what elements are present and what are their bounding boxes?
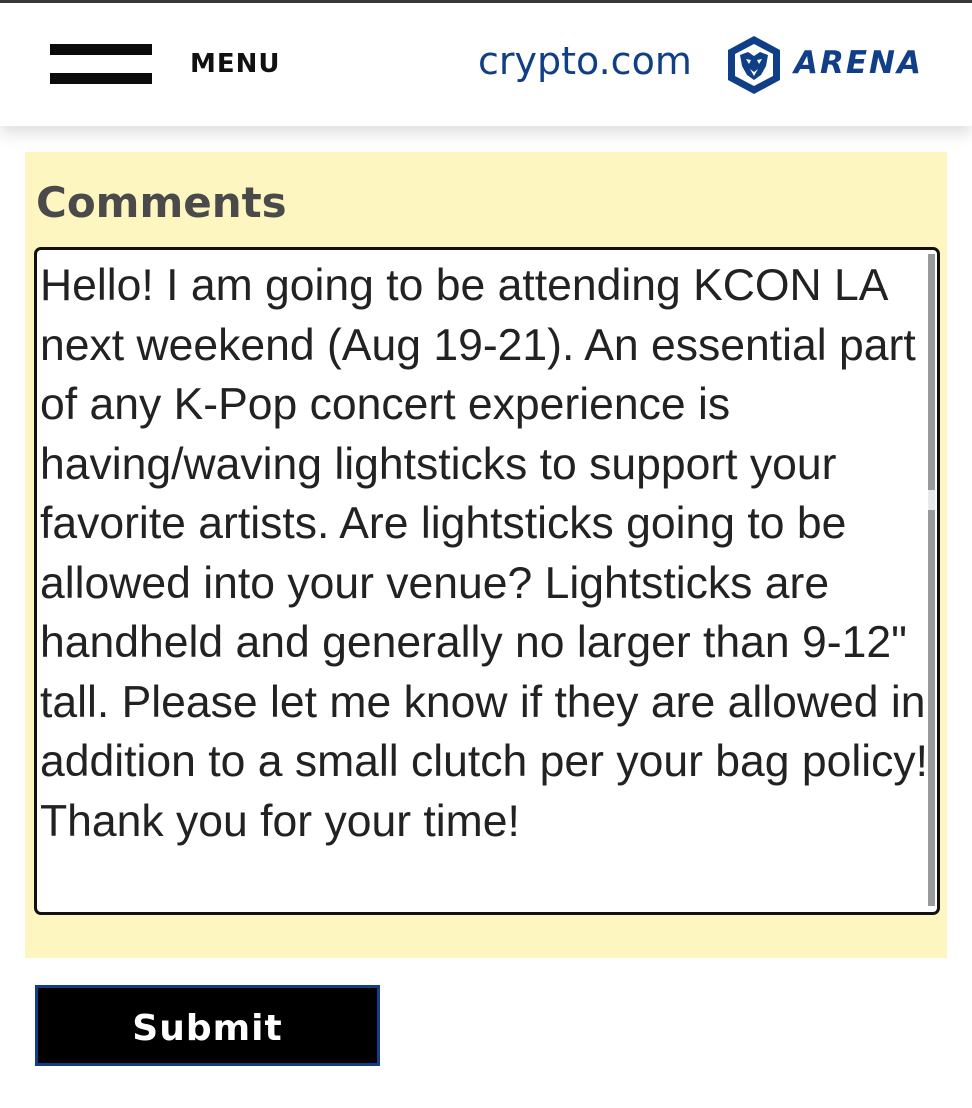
submit-button[interactable]: Submit — [35, 985, 380, 1066]
brand-logo-link[interactable]: crypto.com ARENA — [476, 33, 936, 97]
comments-textarea[interactable]: Hello! I am going to be attending KCON L… — [34, 247, 940, 915]
scrollbar-thumb-lower[interactable] — [928, 510, 935, 906]
site-header: MENU crypto.com ARENA — [0, 3, 972, 126]
comments-label: Comments — [36, 178, 287, 227]
textarea-scrollbar[interactable] — [928, 254, 935, 906]
menu-button[interactable]: MENU — [50, 41, 290, 91]
comments-form: Comments Hello! I am going to be attendi… — [25, 152, 947, 958]
brand-name-arena: ARENA — [794, 45, 923, 81]
scrollbar-thumb-upper[interactable] — [928, 254, 935, 490]
brand-name-crypto: crypto.com — [478, 39, 692, 83]
comments-text-value: Hello! I am going to be attending KCON L… — [40, 261, 929, 846]
crypto-lion-shield-icon — [728, 36, 780, 94]
menu-label: MENU — [190, 49, 281, 79]
